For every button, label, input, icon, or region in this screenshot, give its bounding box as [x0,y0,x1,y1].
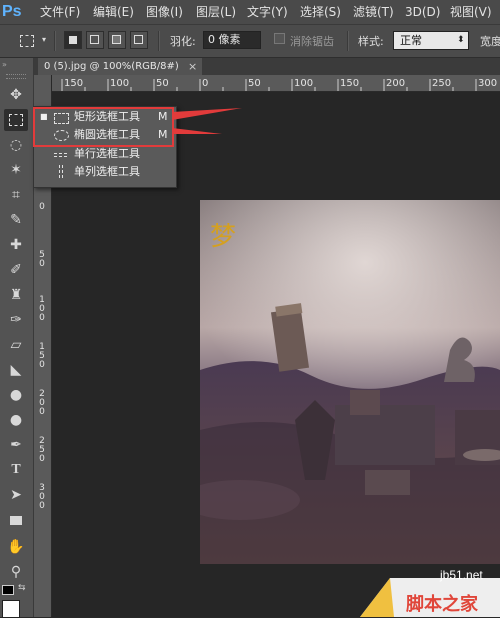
rect-marquee-tool-icon[interactable] [4,109,28,131]
annotation-arrows [172,108,242,134]
ruler-label: 0 [39,407,45,417]
ruler-label: 0 [39,202,45,212]
menu-type[interactable]: 文字(Y) [247,4,288,20]
menu-image[interactable]: 图像(I) [146,4,183,20]
ruler-origin[interactable] [34,75,51,91]
ruler-label: 50 [248,78,261,89]
annotation-highlight-box [33,107,174,147]
flyout-item-single-column-marquee[interactable]: 单列选框工具 [34,163,174,181]
brush-tool-icon[interactable]: ✐ [4,259,28,281]
options-bar: ▾ 羽化: 0 像素 消除锯齿 样式: 正常 ⬍ 宽度 [0,25,500,58]
paint-bucket-tool-icon[interactable]: ◣ [4,359,28,381]
feather-label: 羽化: [170,35,196,48]
path-selection-tool-icon[interactable]: ➤ [4,484,28,506]
magic-wand-tool-icon[interactable]: ✶ [4,159,28,181]
menu-bar: Ps 文件(F) 编辑(E) 图像(I) 图层(L) 文字(Y) 选择(S) 滤… [0,0,500,25]
ruler-label: 0 [202,78,209,89]
crop-tool-icon[interactable]: ⌗ [4,184,28,206]
zoom-tool-icon[interactable]: ⚲ [4,561,28,583]
menu-3d[interactable]: 3D(D) [405,4,440,20]
blur-tool-icon[interactable]: ● [4,384,28,406]
type-tool-icon[interactable]: T [4,459,28,481]
document-image[interactable]: 梦 [200,200,500,564]
single-row-marquee-icon [54,153,67,157]
ruler-label: 250 [432,78,452,89]
close-icon[interactable]: × [188,58,197,75]
ruler-label: 300 [478,78,498,89]
width-label: 宽度 [480,35,500,48]
ruler-label: 0 [39,313,45,323]
dodge-tool-icon[interactable]: ● [4,409,28,431]
watermark-name: 脚本之家 [406,594,478,615]
marquee-tool-preset-icon[interactable] [20,35,34,47]
new-selection-button[interactable] [64,31,82,49]
menu-filter[interactable]: 滤镜(T) [353,4,394,20]
healing-brush-tool-icon[interactable]: ✚ [4,234,28,256]
swap-colors-icon[interactable]: ⇆ [18,583,26,593]
divider [158,31,160,51]
antialias-checkbox[interactable] [274,33,285,44]
ruler-label: 200 [386,78,406,89]
ruler-label: 150 [340,78,360,89]
add-to-selection-button[interactable] [86,31,104,49]
ruler-label: 0 [39,501,45,511]
hand-tool-icon[interactable]: ✋ [4,536,28,558]
menu-edit[interactable]: 编辑(E) [93,4,134,20]
ruler-label: 100 [110,78,130,89]
ruler-label: 0 [39,259,45,269]
collapse-panel-icon[interactable]: » [2,60,7,69]
document-tab[interactable]: 0 (5).jpg @ 100%(RGB/8#) [38,58,202,75]
fantasy-scene-image: 梦 [200,200,500,564]
flyout-item-label: 单列选框工具 [74,165,140,178]
horizontal-ruler[interactable]: 150 100 50 0 50 100 150 200 250 300 [52,75,500,92]
feather-input[interactable]: 0 像素 [203,31,261,49]
history-brush-tool-icon[interactable]: ✑ [4,309,28,331]
style-label: 样式: [358,35,384,48]
eyedropper-tool-icon[interactable]: ✎ [4,209,28,231]
panel-grip[interactable] [6,74,26,79]
pen-tool-icon[interactable]: ✒ [4,434,28,456]
divider [347,31,349,51]
foreground-color-swatch[interactable] [2,600,20,618]
move-tool-icon[interactable]: ✥ [4,84,28,106]
watermark-site: jb51.net [440,568,483,582]
ruler-label: 50 [156,78,169,89]
toolbox: » ✥ ◌ ✶ ⌗ ✎ ✚ ✐ ♜ ✑ ▱ ◣ ● ● ✒ T ➤ ✋ ⚲ ⇆ [0,58,34,618]
menu-select[interactable]: 选择(S) [300,4,341,20]
photoshop-logo: Ps [2,3,22,20]
ruler-label: 0 [39,360,45,370]
watermark: jb51.net 脚本之家 [360,568,500,617]
ruler-label: 100 [294,78,314,89]
ruler-label: 0 [39,454,45,464]
clone-stamp-tool-icon[interactable]: ♜ [4,284,28,306]
intersect-selection-button[interactable] [130,31,148,49]
divider [54,31,56,51]
ruler-label: 150 [64,78,84,89]
default-colors-icon[interactable] [2,585,14,595]
image-overlay-text: 梦 [210,222,236,252]
menu-file[interactable]: 文件(F) [40,4,80,20]
single-column-marquee-icon [59,165,63,178]
flyout-item-label: 单行选框工具 [74,147,140,160]
menu-layer[interactable]: 图层(L) [196,4,236,20]
lasso-tool-icon[interactable]: ◌ [4,134,28,156]
menu-view[interactable]: 视图(V) [450,4,492,20]
rectangle-shape-tool-icon[interactable] [4,509,28,531]
eraser-tool-icon[interactable]: ▱ [4,334,28,356]
chevron-updown-icon[interactable]: ⬍ [457,31,465,50]
antialias-label: 消除锯齿 [290,35,334,48]
subtract-from-selection-button[interactable] [108,31,126,49]
preset-dropdown-icon[interactable]: ▾ [42,35,46,44]
